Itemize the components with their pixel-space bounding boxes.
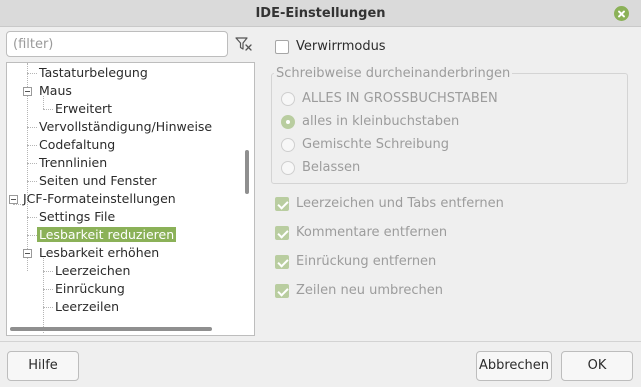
tree-item-label: Leerzeilen xyxy=(55,299,120,314)
tree-item-erweitert[interactable]: Erweitert xyxy=(53,100,114,118)
tree-item-vervollstaendigung[interactable]: Vervollständigung/Hinweise xyxy=(37,118,214,136)
tree-item-label: Codefaltung xyxy=(39,137,116,152)
remove-whitespace-label: Leerzeichen und Tabs entfernen xyxy=(296,196,504,211)
tree-item-tastaturbelegung[interactable]: Tastaturbelegung xyxy=(37,64,150,82)
footer-divider xyxy=(0,341,641,342)
obfuscate-mode-checkbox[interactable] xyxy=(275,40,289,54)
collapse-toggle-icon[interactable] xyxy=(23,87,32,96)
collapse-toggle-icon[interactable] xyxy=(23,249,32,258)
radio-lowercase[interactable] xyxy=(281,115,295,129)
help-button[interactable]: Hilfe xyxy=(7,351,79,381)
radio-keep-case-label: Belassen xyxy=(302,160,361,175)
clear-filter-icon[interactable] xyxy=(233,33,255,55)
tree-item-label: Settings File xyxy=(39,209,116,224)
settings-tree[interactable]: Tastaturbelegung Maus Erweitert Vervolls… xyxy=(6,62,255,336)
tree-item-label: JCF-Formateinstellungen xyxy=(23,191,176,206)
radio-keep-case[interactable] xyxy=(281,161,295,175)
collapse-toggle-icon[interactable] xyxy=(9,195,18,204)
tree-guide-line xyxy=(27,235,37,236)
tree-item-jcf-formateinstellungen[interactable]: JCF-Formateinstellungen xyxy=(21,190,178,208)
tree-item-label: Tastaturbelegung xyxy=(39,65,148,80)
filter-input[interactable] xyxy=(6,31,228,57)
preferences-dialog: IDE-Einstellungen Tastaturbeleg xyxy=(0,0,641,387)
remove-whitespace-checkbox[interactable] xyxy=(275,197,289,211)
tree-item-lesbarkeit-erhoehen[interactable]: Lesbarkeit erhöhen xyxy=(37,244,161,262)
remove-comments-label: Kommentare entfernen xyxy=(296,225,448,240)
tree-guide-line xyxy=(27,145,37,146)
tree-item-settings-file[interactable]: Settings File xyxy=(37,208,117,226)
tree-item-seiten-und-fenster[interactable]: Seiten und Fenster xyxy=(37,172,159,190)
tree-item-label: Lesbarkeit erhöhen xyxy=(39,245,160,260)
tree-item-label: Einrückung xyxy=(55,281,125,296)
rewrap-lines-checkbox[interactable] xyxy=(275,284,289,298)
radio-mixed-case-label: Gemischte Schreibung xyxy=(302,137,450,152)
title-bar: IDE-Einstellungen xyxy=(0,0,641,27)
tree-guide-line xyxy=(27,163,37,164)
tree-item-einrueckung[interactable]: Einrückung xyxy=(53,280,127,298)
remove-indent-checkbox[interactable] xyxy=(275,255,289,269)
tree-item-leerzeichen[interactable]: Leerzeichen xyxy=(53,262,132,280)
ok-button[interactable]: OK xyxy=(561,351,633,381)
tree-item-label: Leerzeichen xyxy=(55,263,131,278)
case-group-title: Schreibweise durcheinanderbringen xyxy=(274,66,513,81)
tree-item-label: Vervollständigung/Hinweise xyxy=(39,119,213,134)
tree-item-label: Maus xyxy=(39,83,72,98)
tree-guide-line xyxy=(27,181,37,182)
tree-item-codefaltung[interactable]: Codefaltung xyxy=(37,136,117,154)
radio-uppercase-label: ALLES IN GROSSBUCHSTABEN xyxy=(302,91,498,106)
tree-guide-line xyxy=(43,271,53,272)
remove-indent-label: Einrückung entfernen xyxy=(296,254,437,269)
radio-lowercase-label: alles in kleinbuchstaben xyxy=(302,114,460,129)
tree-guide-line xyxy=(27,217,37,218)
horizontal-scrollbar[interactable] xyxy=(10,327,212,331)
window-title: IDE-Einstellungen xyxy=(255,6,386,21)
obfuscate-mode-label: Verwirrmodus xyxy=(296,39,386,54)
tree-item-label: Lesbarkeit reduzieren xyxy=(37,227,177,242)
tree-item-trennlinien[interactable]: Trennlinien xyxy=(37,154,109,172)
tree-guide-line xyxy=(43,289,53,290)
cancel-button[interactable]: Abbrechen xyxy=(476,351,552,381)
remove-comments-checkbox[interactable] xyxy=(275,226,289,240)
close-icon[interactable] xyxy=(614,6,629,21)
tree-item-label: Trennlinien xyxy=(39,155,108,170)
tree-guide-line xyxy=(27,73,37,74)
tree-guide-line xyxy=(27,127,37,128)
tree-guide-line xyxy=(43,109,53,110)
tree-item-maus[interactable]: Maus xyxy=(37,82,74,100)
tree-guide-line xyxy=(43,307,53,308)
radio-uppercase[interactable] xyxy=(281,92,295,106)
tree-item-label: Seiten und Fenster xyxy=(39,173,157,188)
radio-mixed-case[interactable] xyxy=(281,138,295,152)
tree-item-label: Erweitert xyxy=(55,101,113,116)
rewrap-lines-label: Zeilen neu umbrechen xyxy=(296,283,443,298)
tree-item-lesbarkeit-reduzieren[interactable]: Lesbarkeit reduzieren xyxy=(37,226,177,244)
tree-guide-line xyxy=(43,258,44,333)
vertical-scrollbar[interactable] xyxy=(245,150,249,194)
tree-item-leerzeilen[interactable]: Leerzeilen xyxy=(53,298,121,316)
